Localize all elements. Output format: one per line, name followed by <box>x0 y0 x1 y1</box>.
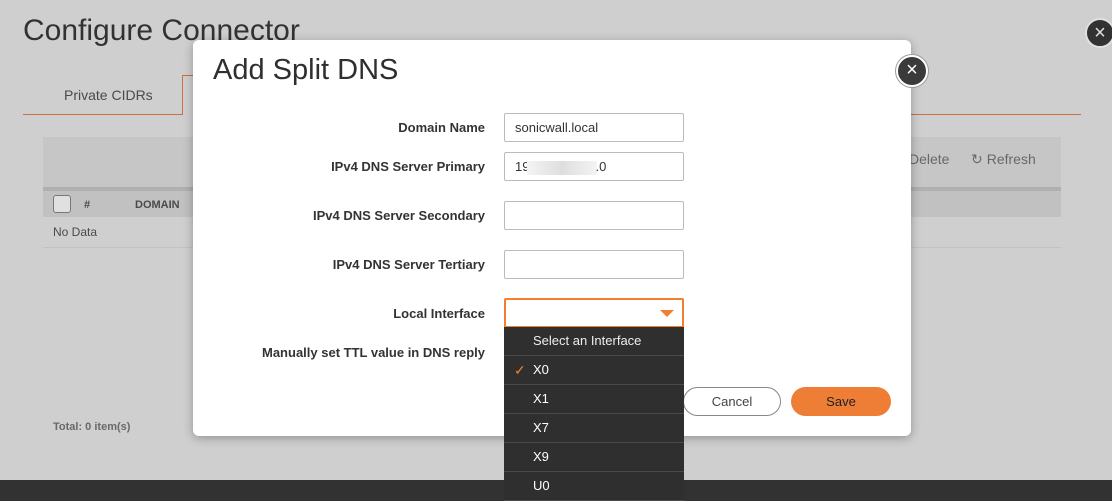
cancel-button[interactable]: Cancel <box>683 387 781 416</box>
dropdown-option-u0[interactable]: U0 <box>504 472 684 501</box>
dns-primary-label: IPv4 DNS Server Primary <box>331 159 485 174</box>
dialog-title: Add Split DNS <box>213 54 399 86</box>
domain-name-input[interactable] <box>504 113 684 142</box>
checkmark-icon: ✓ <box>514 362 526 378</box>
option-label: X7 <box>533 420 549 435</box>
redacted-blur <box>527 160 598 175</box>
dns-tertiary-input[interactable] <box>504 250 684 279</box>
option-label: U0 <box>533 478 550 493</box>
option-label: X1 <box>533 391 549 406</box>
dropdown-option-placeholder[interactable]: Select an Interface <box>504 327 684 356</box>
dns-primary-value-end: .0 <box>595 159 607 174</box>
dns-tertiary-label: IPv4 DNS Server Tertiary <box>332 257 485 272</box>
domain-name-label: Domain Name <box>398 120 485 135</box>
local-interface-label: Local Interface <box>393 306 485 321</box>
dropdown-option-x7[interactable]: X7 <box>504 414 684 443</box>
close-icon[interactable]: × <box>896 55 928 87</box>
dropdown-option-x0[interactable]: ✓ X0 <box>504 356 684 385</box>
save-button[interactable]: Save <box>791 387 891 416</box>
option-label: X0 <box>533 362 549 377</box>
caret-down-icon <box>660 310 674 317</box>
dropdown-option-x1[interactable]: X1 <box>504 385 684 414</box>
option-label: X9 <box>533 449 549 464</box>
dns-secondary-input[interactable] <box>504 201 684 230</box>
ttl-label: Manually set TTL value in DNS reply <box>262 345 485 360</box>
interface-dropdown-menu: Select an Interface ✓ X0 X1 X7 X9 U0 <box>504 327 684 501</box>
dns-primary-input[interactable]: 19.0 <box>504 152 684 181</box>
dropdown-option-x9[interactable]: X9 <box>504 443 684 472</box>
local-interface-select[interactable] <box>504 298 684 328</box>
dns-secondary-label: IPv4 DNS Server Secondary <box>313 208 485 223</box>
